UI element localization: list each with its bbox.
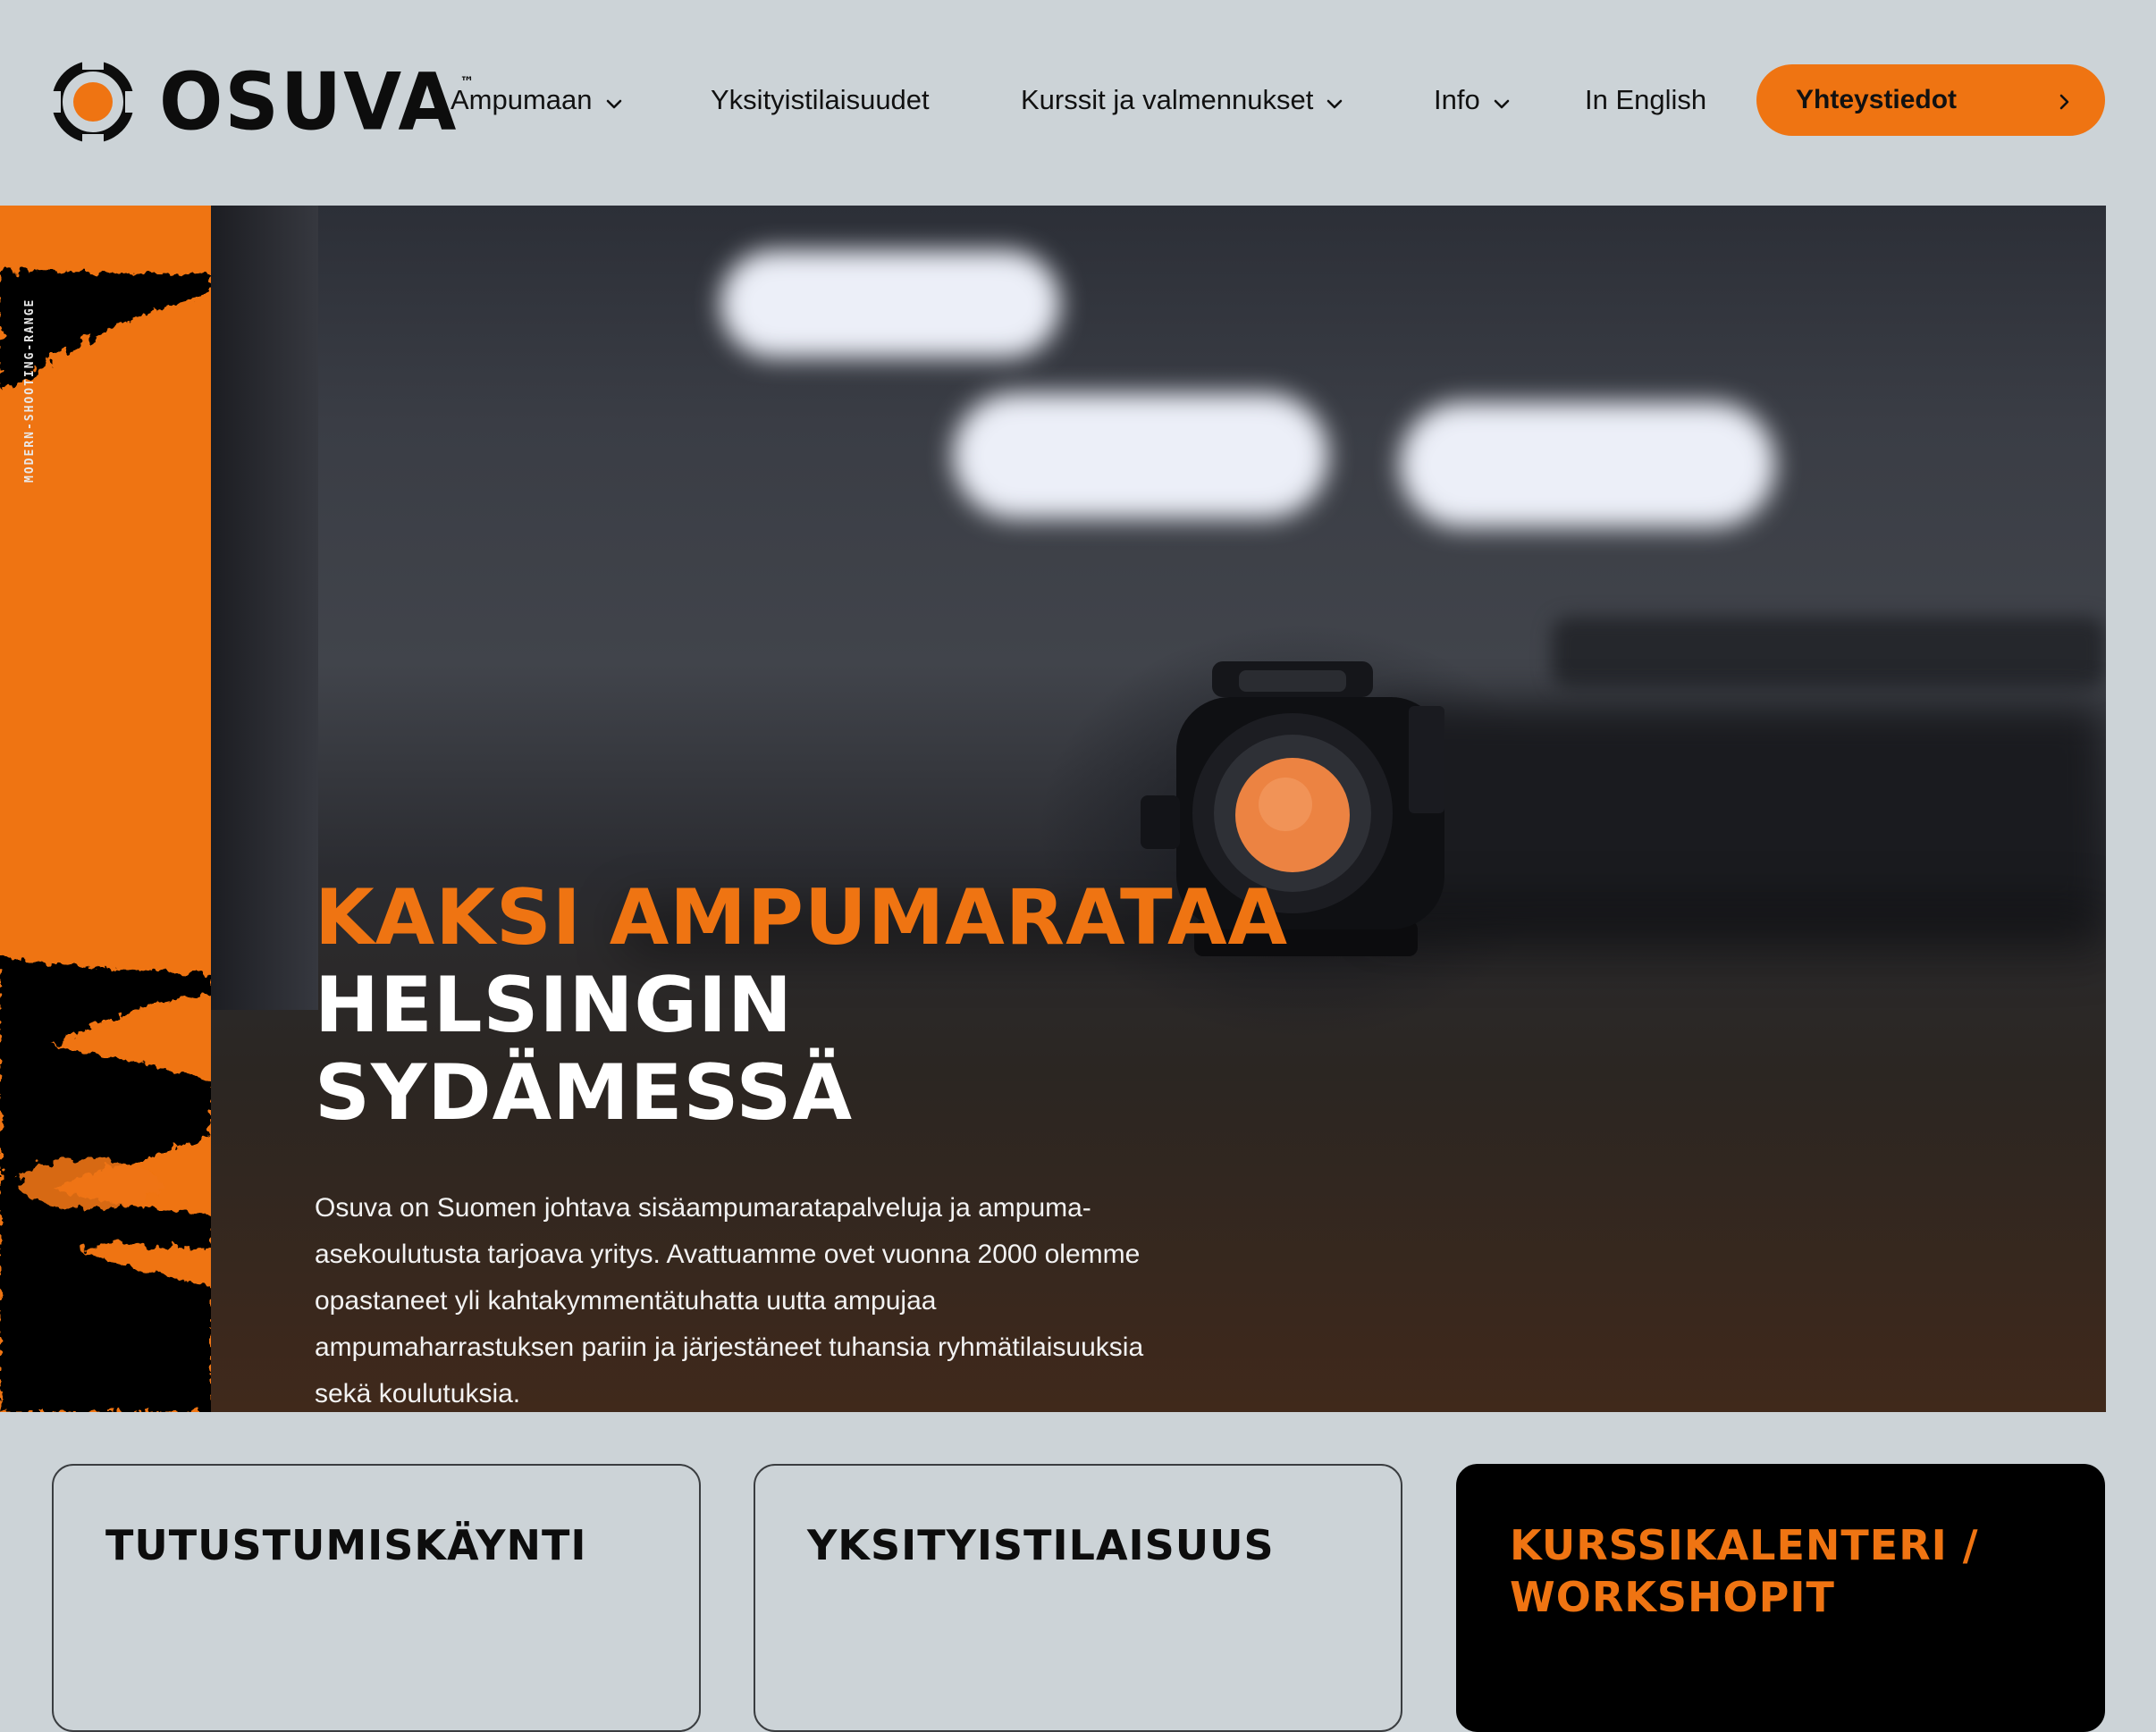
nav-item-in-english[interactable]: In English	[1585, 77, 1706, 123]
nav-item-label: Info	[1434, 84, 1480, 115]
osuva-logo[interactable]: OSUVA ™	[50, 57, 474, 147]
ceiling-light	[953, 393, 1328, 518]
nav-item-info[interactable]: Info	[1434, 77, 1512, 123]
hero-heading: KAKSI AMPUMARATAA HELSINGIN SYDÄMESSÄ	[315, 874, 1288, 1137]
card-yksityistilaisuus[interactable]: YKSITYISTILAISUUS	[754, 1464, 1402, 1732]
nav-item-label: Kurssit ja valmennukset	[1021, 84, 1314, 115]
card-tutustumiskaynti[interactable]: TUTUSTUMISKÄYNTI	[52, 1464, 701, 1732]
hero-heading-line-3: SYDÄMESSÄ	[315, 1048, 854, 1138]
hero-section: MODERN-SHOOTING-RANGE KAKSI AMPUMARATAA …	[0, 206, 2106, 1412]
nav-item-label: Yksityistilaisuudet	[711, 84, 930, 115]
hero-heading-line-2: HELSINGIN	[315, 961, 793, 1050]
nav-item-kurssit[interactable]: Kurssit ja valmennukset	[1021, 77, 1345, 123]
nav-item-yksityistilaisuudet[interactable]: Yksityistilaisuudet	[711, 77, 930, 123]
hero-heading-line-1: KAKSI AMPUMARATAA	[315, 873, 1289, 963]
contact-button-label: Yhteystiedot	[1796, 85, 1958, 114]
hero-side-strip: MODERN-SHOOTING-RANGE	[0, 206, 211, 1412]
chevron-down-icon	[1491, 89, 1512, 111]
contact-button[interactable]: Yhteystiedot	[1756, 64, 2105, 136]
card-title: TUTUSTUMISKÄYNTI	[105, 1521, 587, 1569]
card-title: YKSITYISTILAISUUS	[807, 1521, 1275, 1569]
chevron-down-icon	[1324, 89, 1345, 111]
ceiling-light	[1400, 402, 1775, 527]
hero-description: Osuva on Suomen johtava sisäampumaratapa…	[315, 1193, 1144, 1408]
logo-wordmark: OSUVA	[159, 55, 459, 148]
chevron-down-icon	[603, 89, 625, 111]
chevron-right-icon	[2053, 89, 2075, 111]
side-label: MODERN-SHOOTING-RANGE	[23, 298, 37, 483]
nav-item-label: Ampumaan	[451, 84, 593, 115]
logo-target-icon	[50, 59, 136, 145]
ceiling-light	[720, 250, 1060, 357]
card-kurssikalenteri[interactable]: KURSSIKALENTERI / WORKSHOPIT	[1456, 1464, 2105, 1732]
nav-item-label: In English	[1585, 84, 1707, 115]
site-header: OSUVA ™ Ampumaan Yksityistilaisuudet Kur…	[0, 0, 2156, 206]
card-title: KURSSIKALENTERI / WORKSHOPIT	[1510, 1521, 1979, 1621]
nav-item-ampumaan[interactable]: Ampumaan	[451, 77, 625, 123]
